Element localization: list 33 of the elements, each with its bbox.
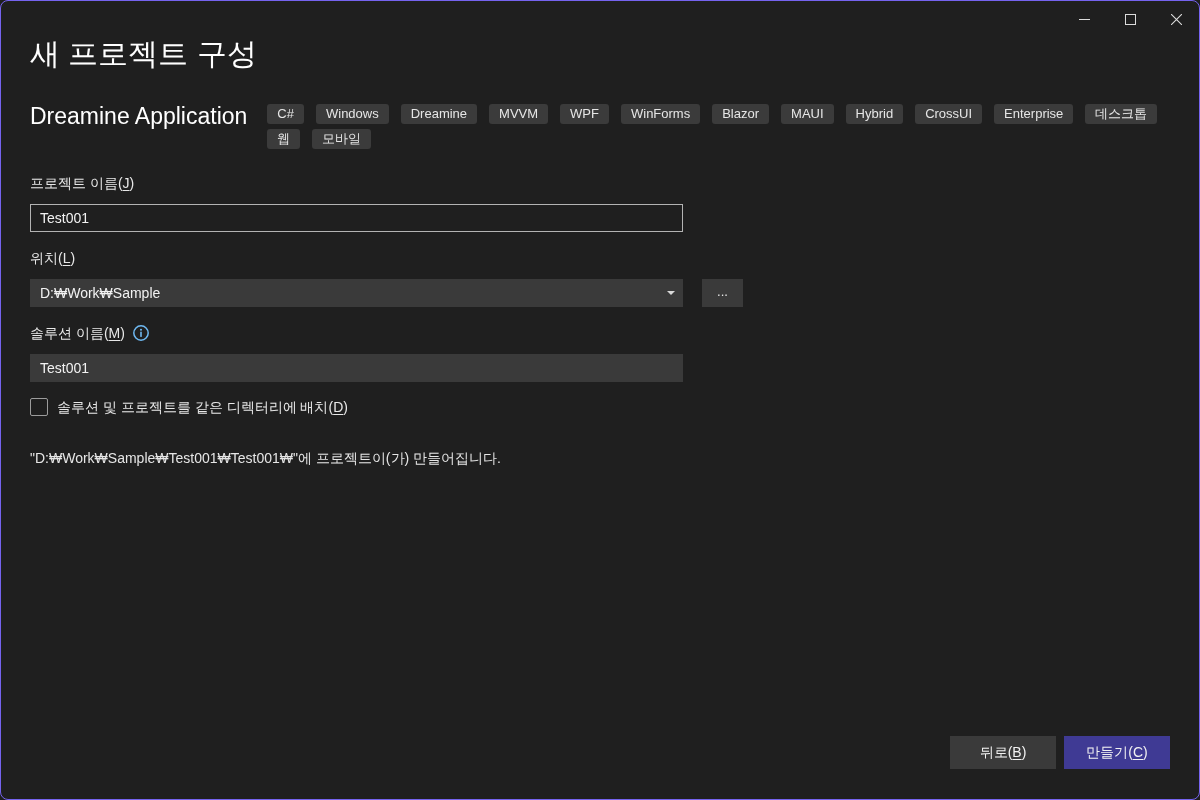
template-tag: MAUI xyxy=(781,104,834,124)
template-tag: Blazor xyxy=(712,104,770,124)
text-input[interactable]: Test001 xyxy=(30,354,683,382)
back-button[interactable]: 뒤로(B) xyxy=(950,736,1056,769)
template-tag: 데스크톱 xyxy=(1085,104,1158,124)
template-tag: Enterprise xyxy=(994,104,1074,124)
template-tag: CrossUI xyxy=(915,104,983,124)
location-dropdown[interactable]: D:₩Work₩Sample xyxy=(30,279,683,307)
info-icon[interactable] xyxy=(132,325,149,341)
field-label: 위치(L) xyxy=(30,249,76,268)
maximize-icon xyxy=(1124,13,1136,25)
template-tag: WPF xyxy=(560,104,609,124)
browse-button[interactable]: ... xyxy=(702,279,743,307)
create-button[interactable]: 만들기(C) xyxy=(1064,736,1170,769)
field-label: 프로젝트 이름(J) xyxy=(30,174,135,193)
checkbox-label: 솔루션 및 프로젝트를 같은 디렉터리에 배치(D) xyxy=(57,398,348,417)
template-tag: WinForms xyxy=(620,104,701,124)
template-tag: 모바일 xyxy=(312,129,372,149)
template-tag: MVVM xyxy=(489,104,549,124)
field-label: 솔루션 이름(M) xyxy=(30,324,125,343)
template-name: Dreamine Application xyxy=(30,102,248,130)
checkbox[interactable] xyxy=(30,398,48,416)
template-tag: Hybrid xyxy=(845,104,904,124)
template-tag: 웹 xyxy=(267,129,301,149)
caret-icon xyxy=(667,291,675,295)
output-path-note: "D:₩Work₩Sample₩Test001₩Test001₩"에 프로젝트이(가) 만들어집니다. xyxy=(30,449,502,468)
template-tag: Windows xyxy=(315,104,389,124)
text-input[interactable]: Test001 xyxy=(30,204,683,232)
template-tag: C# xyxy=(267,104,304,124)
template-tag: Dreamine xyxy=(400,104,478,124)
close-icon xyxy=(1170,13,1182,25)
minimize-icon xyxy=(1078,18,1090,20)
dialog-title: 새 프로젝트 구성 xyxy=(30,36,258,72)
